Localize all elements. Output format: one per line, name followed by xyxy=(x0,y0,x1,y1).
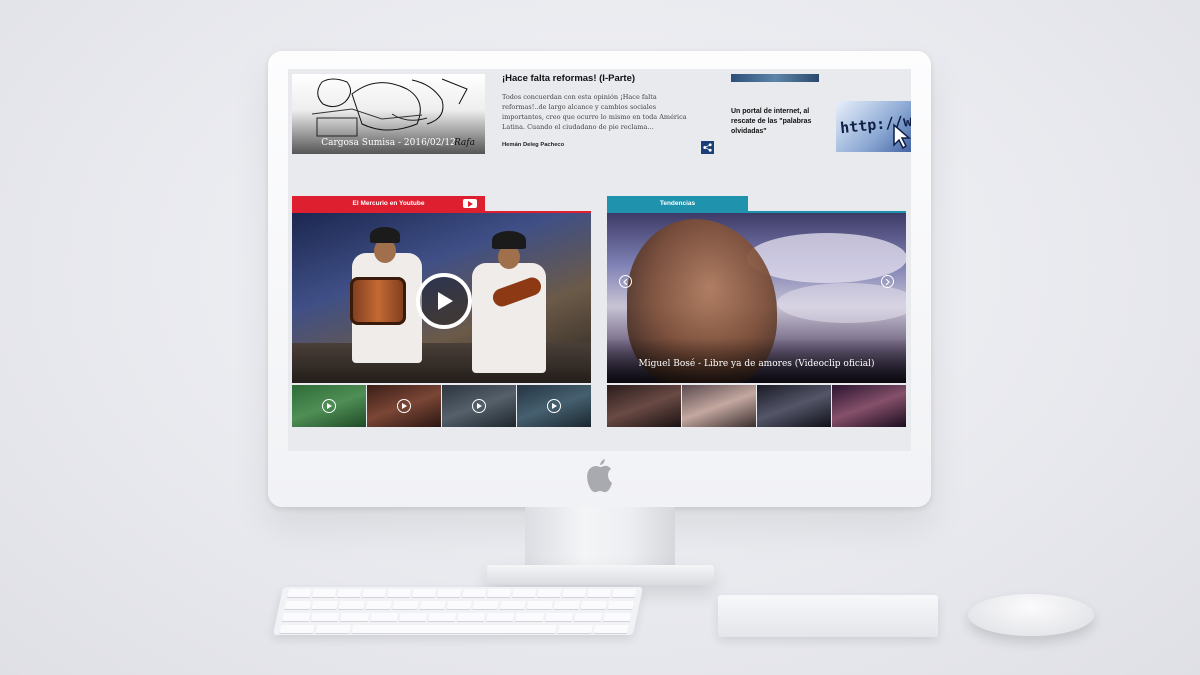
performer-left-hat xyxy=(370,227,400,243)
youtube-thumbnail-list xyxy=(292,385,591,427)
imac-stand xyxy=(525,507,675,572)
play-icon xyxy=(438,292,453,310)
cursor-icon xyxy=(893,123,911,149)
share-button[interactable] xyxy=(701,141,714,154)
youtube-tab-label: El Mercurio en Youtube xyxy=(352,200,425,207)
news-thumbnail-strip[interactable] xyxy=(731,74,819,82)
drum xyxy=(350,277,406,325)
stage-floor xyxy=(292,343,591,383)
article-title[interactable]: ¡Hace falta reformas! (I-Parte) xyxy=(502,73,697,84)
apple-logo-icon xyxy=(587,459,612,493)
portal-article-image[interactable]: http://ww xyxy=(836,101,911,152)
screen: Cargosa Sumisa - 2016/02/12 Rafa ¡Hace f… xyxy=(288,69,911,451)
youtube-section-tab[interactable]: El Mercurio en Youtube xyxy=(292,196,485,211)
youtube-main-video[interactable] xyxy=(292,213,591,383)
cloud xyxy=(747,233,906,283)
imac-monitor: Cargosa Sumisa - 2016/02/12 Rafa ¡Hace f… xyxy=(268,51,931,507)
share-icon xyxy=(703,143,712,152)
play-icon xyxy=(322,399,336,413)
youtube-thumbnail[interactable] xyxy=(292,385,366,427)
trends-video-caption: Miguel Bosé - Libre ya de amores (Videoc… xyxy=(638,359,875,369)
trends-section-tab[interactable]: Tendencias xyxy=(607,196,748,211)
trends-tab-label: Tendencias xyxy=(659,200,696,207)
trends-thumbnail[interactable] xyxy=(832,385,906,427)
article: ¡Hace falta reformas! (I-Parte) Todos co… xyxy=(502,73,697,148)
cartoon-signature: Rafa xyxy=(453,138,475,148)
play-icon xyxy=(472,399,486,413)
youtube-thumbnail[interactable] xyxy=(517,385,591,427)
youtube-thumbnail[interactable] xyxy=(367,385,441,427)
trends-main-video[interactable]: Miguel Bosé - Libre ya de amores (Videoc… xyxy=(607,213,906,383)
keyboard xyxy=(272,587,644,635)
arrow-right-icon[interactable] xyxy=(881,275,894,288)
play-button[interactable] xyxy=(416,273,472,329)
article-author: Hemán Deleg Pacheco xyxy=(502,142,565,148)
cloud xyxy=(777,283,906,323)
mouse xyxy=(968,594,1094,636)
play-icon xyxy=(397,399,411,413)
arrow-left-icon[interactable] xyxy=(619,275,632,288)
trends-thumbnail[interactable] xyxy=(682,385,756,427)
trends-thumbnail[interactable] xyxy=(607,385,681,427)
youtube-icon xyxy=(463,199,477,208)
youtube-thumbnail[interactable] xyxy=(442,385,516,427)
play-icon xyxy=(547,399,561,413)
article-excerpt: Todos concuerdan con esta opinión ¡Hace … xyxy=(502,93,687,131)
trends-thumbnail-list xyxy=(607,385,906,427)
cartoon-image[interactable]: Cargosa Sumisa - 2016/02/12 Rafa xyxy=(292,74,485,154)
performer-right-hat xyxy=(492,231,526,249)
imac-stand-base xyxy=(487,565,714,585)
trackpad xyxy=(718,595,938,637)
portal-article-title[interactable]: Un portal de internet, al rescate de las… xyxy=(731,107,825,137)
trends-thumbnail[interactable] xyxy=(757,385,831,427)
